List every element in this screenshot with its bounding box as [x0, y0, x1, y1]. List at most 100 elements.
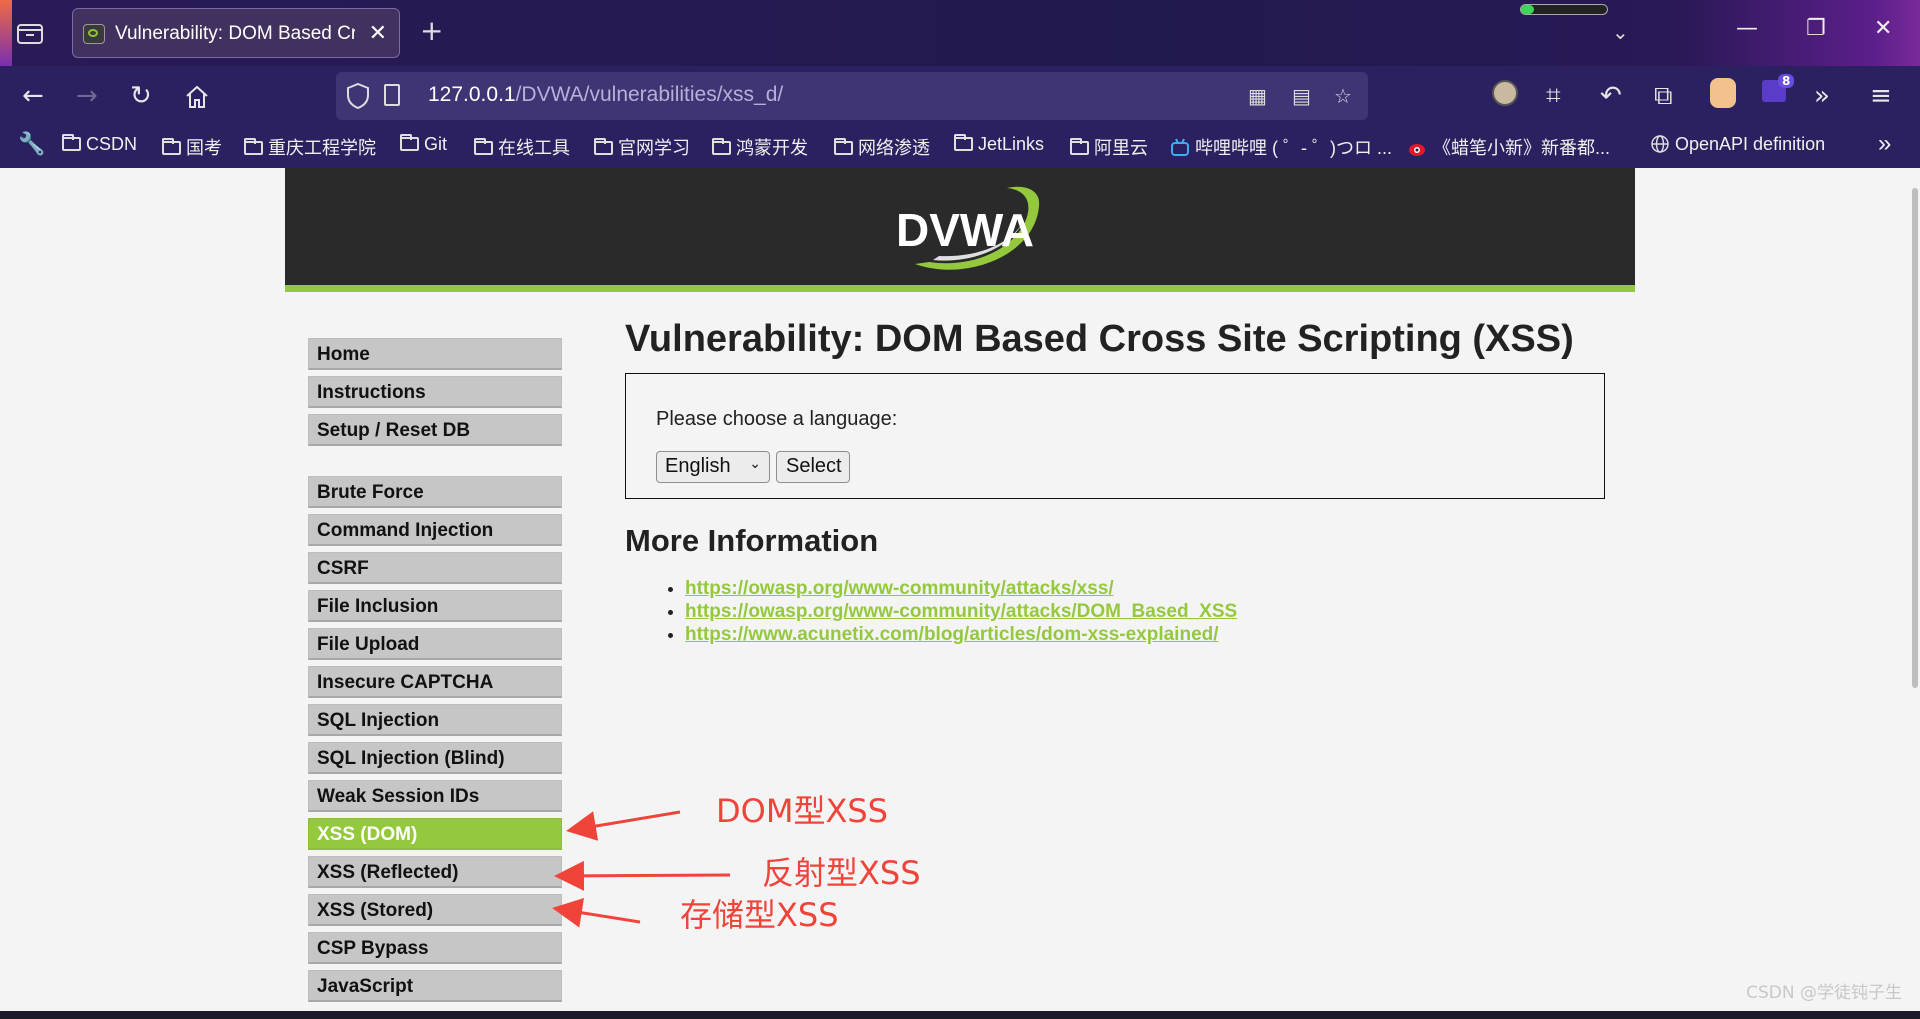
bookmark-label: 官网学习 [618, 138, 690, 158]
bookmark-folder[interactable]: 国考 [162, 134, 222, 160]
taskbar-edge [0, 1011, 1920, 1019]
bookmark-folder[interactable]: 鸿蒙开发 [712, 134, 808, 160]
bookmark-folder[interactable]: 阿里云 [1070, 134, 1148, 160]
wrench-icon[interactable]: 🔧 [18, 131, 45, 157]
page-icon[interactable] [384, 84, 400, 106]
reference-link[interactable]: https://www.acunetix.com/blog/articles/d… [685, 624, 1219, 645]
home-icon[interactable] [184, 84, 210, 110]
bookmark-weibo[interactable]: 《蜡笔小新》新番都... [1408, 134, 1610, 160]
bookmark-label: 网络渗透 [858, 138, 930, 158]
menu-item-csrf[interactable]: CSRF [308, 552, 562, 584]
folder-icon [954, 134, 973, 151]
menu-item-instructions[interactable]: Instructions [308, 376, 562, 408]
back-icon[interactable]: ← [22, 82, 44, 110]
star-icon[interactable]: ☆ [1334, 84, 1352, 108]
menu-item-insecure-captcha[interactable]: Insecure CAPTCHA [308, 666, 562, 698]
language-select-value: English [665, 455, 731, 477]
page-title: Vulnerability: DOM Based Cross Site Scri… [625, 318, 1574, 360]
globe-icon [1651, 135, 1669, 153]
close-tab-icon[interactable]: ✕ [369, 21, 387, 46]
bookmark-openapi[interactable]: OpenAPI definition [1650, 134, 1825, 155]
shield-icon[interactable] [346, 82, 370, 110]
bookmark-folder[interactable]: JetLinks [954, 134, 1044, 155]
close-window-icon[interactable]: ✕ [1874, 16, 1892, 41]
forward-icon[interactable]: → [76, 82, 98, 110]
folder-icon [400, 134, 419, 151]
vulnerability-form-box: Please choose a language: English ⌄ Sele… [625, 373, 1605, 499]
reader-view-icon[interactable]: ▤ [1292, 84, 1311, 108]
avatar-icon[interactable] [1492, 80, 1518, 106]
bookmark-folder[interactable]: 网络渗透 [834, 134, 930, 160]
bookmark-folder[interactable]: 重庆工程学院 [244, 134, 376, 160]
language-select[interactable]: English ⌄ [656, 451, 770, 483]
reference-link[interactable]: https://owasp.org/www-community/attacks/… [685, 601, 1237, 622]
annotation-reflected-xss: 反射型XSS [762, 854, 921, 892]
dvwa-logo: DVWA [896, 186, 1040, 270]
menu-item-xss-stored[interactable]: XSS (Stored) [308, 894, 562, 926]
undo-icon[interactable]: ↶ [1600, 82, 1622, 110]
url-text[interactable]: 127.0.0.1/DVWA/vulnerabilities/xss_d/ [428, 83, 783, 107]
main-menu: Home Instructions Setup / Reset DB Brute Fo… [308, 338, 562, 1008]
minimize-icon[interactable]: — [1736, 16, 1758, 41]
bookmark-folder[interactable]: 在线工具 [474, 134, 570, 160]
bookmark-label: 在线工具 [498, 138, 570, 158]
restore-icon[interactable]: ❐ [1806, 16, 1826, 41]
menu-item-brute-force[interactable]: Brute Force [308, 476, 562, 508]
language-prompt: Please choose a language: [656, 408, 898, 430]
extension-badge-count: 8 [1778, 74, 1795, 88]
menu-item-xss-reflected[interactable]: XSS (Reflected) [308, 856, 562, 888]
folder-icon [162, 138, 181, 155]
menu-item-xss-dom[interactable]: XSS (DOM) [308, 818, 562, 850]
menu-item-setup-reset-db[interactable]: Setup / Reset DB [308, 414, 562, 446]
address-bar[interactable]: 127.0.0.1/DVWA/vulnerabilities/xss_d/ ▦ … [336, 72, 1368, 120]
bookmark-label: CSDN [86, 134, 138, 154]
logo-text: DVWA [896, 204, 1034, 256]
menu-item-command-injection[interactable]: Command Injection [308, 514, 562, 546]
menu-item-javascript[interactable]: JavaScript [308, 970, 562, 1002]
folder-icon [712, 138, 731, 155]
menu-item-file-inclusion[interactable]: File Inclusion [308, 590, 562, 622]
select-button[interactable]: Select [776, 451, 850, 483]
bookmark-label: OpenAPI definition [1675, 134, 1826, 154]
page-scrollbar[interactable] [1912, 188, 1918, 688]
menu-icon[interactable]: ≡ [1870, 82, 1892, 110]
new-tab-button[interactable]: + [420, 14, 443, 47]
menu-item-sql-injection-blind[interactable]: SQL Injection (Blind) [308, 742, 562, 774]
bookmark-folder[interactable]: 官网学习 [594, 134, 690, 160]
more-bookmarks-icon[interactable]: » [1878, 130, 1891, 158]
reference-link[interactable]: https://owasp.org/www-community/attacks/… [685, 578, 1114, 599]
list-all-tabs-chevron-icon[interactable]: ⌄ [1612, 20, 1629, 44]
annotation-dom-xss: DOM型XSS [716, 792, 888, 830]
crop-icon[interactable]: ⌗ [1546, 82, 1561, 110]
extensions-icon[interactable]: ⧉ [1654, 82, 1673, 110]
tab-title: Vulnerability: DOM Based Cro [115, 23, 355, 44]
watermark: CSDN @学徒钝子生 [1746, 983, 1902, 1003]
navigation-toolbar: ← → ↻ 127.0.0.1/DVWA/vulnerabilities/xss… [0, 66, 1920, 126]
menu-item-home[interactable]: Home [308, 338, 562, 370]
qr-code-icon[interactable]: ▦ [1248, 84, 1267, 108]
bookmark-folder[interactable]: Git [400, 134, 447, 155]
bilibili-icon [1171, 138, 1189, 156]
bookmark-folder[interactable]: CSDN [62, 134, 137, 155]
folder-icon [1070, 138, 1089, 155]
folder-icon [62, 134, 81, 151]
bookmark-label: JetLinks [978, 134, 1045, 154]
extension-badge-icon[interactable]: 8 [1762, 74, 1795, 108]
bookmark-label: 鸿蒙开发 [736, 138, 808, 158]
bookmark-label: 《蜡笔小新》新番都... [1433, 138, 1611, 158]
folder-icon [834, 138, 853, 155]
menu-item-sql-injection[interactable]: SQL Injection [308, 704, 562, 736]
extension-face-icon[interactable] [1710, 78, 1736, 108]
more-information-heading: More Information [625, 523, 879, 558]
more-tools-icon[interactable]: » [1814, 82, 1830, 110]
bookmark-bilibili[interactable]: 哔哩哔哩 ( ゜- ゜)つロ ... [1170, 134, 1392, 160]
menu-item-file-upload[interactable]: File Upload [308, 628, 562, 660]
reload-icon[interactable]: ↻ [130, 82, 152, 110]
menu-item-csp-bypass[interactable]: CSP Bypass [308, 932, 562, 964]
main-body: Vulnerability: DOM Based Cross Site Scri… [625, 318, 1615, 646]
tab-list-icon[interactable] [16, 20, 44, 46]
dvwa-favicon-icon [83, 24, 105, 44]
active-tab[interactable]: Vulnerability: DOM Based Cro ✕ [72, 8, 400, 58]
more-information-links: https://owasp.org/www-community/attacks/… [625, 577, 1615, 646]
menu-item-weak-session-ids[interactable]: Weak Session IDs [308, 780, 562, 812]
